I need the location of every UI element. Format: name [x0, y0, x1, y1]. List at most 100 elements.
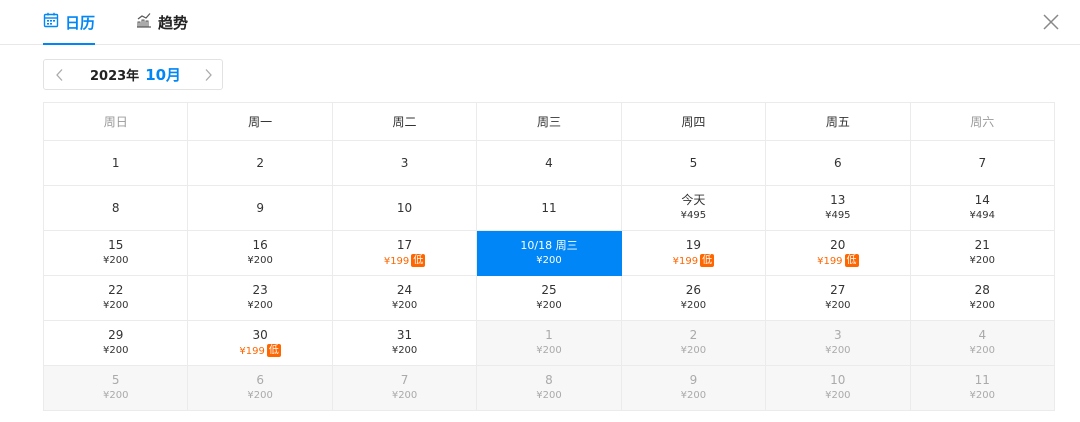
day-label: 5 — [111, 373, 120, 387]
price-line: ¥200 — [333, 299, 476, 313]
tab-trend[interactable]: 趋势 — [136, 0, 188, 44]
calendar-day-cell[interactable]: 6 ¥200 — [187, 365, 333, 411]
calendar-day-cell[interactable]: 10 — [331, 185, 478, 231]
price-line: ¥200 — [44, 254, 187, 268]
calendar-day-cell[interactable]: 21 ¥200 — [909, 230, 1056, 276]
calendar-day-cell[interactable]: 31 ¥200 — [331, 320, 478, 366]
calendar-day-cell[interactable]: 11 ¥200 — [909, 365, 1056, 411]
calendar-day-cell[interactable]: 8 ¥200 — [476, 365, 622, 411]
day-label: 3 — [834, 328, 842, 342]
calendar-day-cell[interactable]: 2 — [187, 140, 333, 186]
day-label: 27 — [830, 283, 846, 297]
tab-trend-label: 趋势 — [158, 13, 189, 32]
day-price: ¥200 — [536, 390, 562, 401]
calendar-day-cell[interactable]: 7 ¥200 — [331, 365, 478, 411]
close-button[interactable] — [1041, 12, 1061, 32]
day-price: ¥200 — [536, 300, 562, 311]
day-price: ¥200 — [247, 390, 273, 401]
price-line: ¥200 — [333, 389, 476, 403]
day-price: ¥495 — [680, 210, 707, 221]
price-line: ¥200 — [766, 299, 909, 313]
day-price: ¥199 — [239, 345, 265, 357]
weekday-header: 周日 — [42, 102, 189, 141]
day-label: 2 — [256, 155, 264, 170]
day-label: 10 — [830, 373, 846, 387]
calendar-day-cell[interactable]: 5 — [620, 140, 767, 186]
calendar-day-cell[interactable]: 19 ¥199 低 — [620, 230, 767, 276]
calendar-day-cell[interactable]: 14 ¥494 — [909, 185, 1056, 231]
day-price: ¥199 — [817, 255, 843, 267]
price-line: ¥200 — [622, 344, 765, 358]
low-price-badge: 低 — [844, 253, 859, 267]
calendar-body: 1 2 3 4 5 6 7 8 9 10 11 今天 ¥495 13 ¥495 14 ¥494 15 ¥200 16 ¥… — [42, 140, 1056, 411]
calendar-day-cell[interactable]: 13 ¥495 — [765, 185, 911, 231]
day-price: ¥200 — [536, 345, 562, 356]
day-label: 5 — [689, 155, 698, 170]
calendar-day-cell[interactable]: 5 ¥200 — [42, 365, 189, 411]
day-label: 16 — [252, 238, 268, 252]
price-line: ¥200 — [477, 344, 620, 358]
calendar-day-cell[interactable]: 3 ¥200 — [765, 320, 911, 366]
calendar-day-cell[interactable]: 24 ¥200 — [331, 275, 478, 321]
day-price: ¥200 — [680, 345, 707, 356]
calendar-day-cell[interactable]: 17 ¥199 低 — [331, 230, 478, 276]
calendar-day-cell[interactable]: 25 ¥200 — [476, 275, 622, 321]
low-price-badge: 低 — [700, 253, 715, 267]
calendar-day-cell[interactable]: 今天 ¥495 — [620, 185, 767, 231]
calendar-day-cell[interactable]: 4 ¥200 — [909, 320, 1056, 366]
day-price: ¥200 — [825, 345, 851, 356]
price-line: ¥200 — [44, 344, 187, 358]
calendar-day-cell[interactable]: 22 ¥200 — [42, 275, 189, 321]
weekday-header: 周五 — [765, 102, 911, 141]
calendar-week-row: 8 9 10 11 今天 ¥495 13 ¥495 14 ¥494 — [42, 185, 1056, 231]
price-line: ¥200 — [766, 389, 909, 403]
calendar-day-cell[interactable]: 26 ¥200 — [620, 275, 767, 321]
day-label: 11 — [974, 373, 990, 387]
calendar-day-cell[interactable]: 15 ¥200 — [42, 230, 189, 276]
calendar-day-cell[interactable]: 27 ¥200 — [765, 275, 911, 321]
day-label: 21 — [974, 238, 990, 252]
day-label: 23 — [252, 283, 268, 297]
calendar-day-cell[interactable]: 4 — [476, 140, 622, 186]
calendar-day-cell[interactable]: 29 ¥200 — [42, 320, 189, 366]
day-label: 7 — [400, 373, 409, 387]
calendar-day-cell[interactable]: 16 ¥200 — [187, 230, 333, 276]
calendar-day-cell[interactable]: 10 ¥200 — [765, 365, 911, 411]
tab-calendar[interactable]: 日历 — [43, 0, 96, 45]
day-label: 3 — [400, 155, 409, 170]
price-line: ¥199 低 — [622, 253, 765, 269]
calendar-day-cell[interactable]: 9 — [187, 185, 333, 231]
day-price: ¥200 — [102, 345, 129, 356]
prev-month-button[interactable] — [54, 67, 66, 86]
calendar-day-cell[interactable]: 9 ¥200 — [620, 365, 767, 411]
price-line: ¥495 — [622, 209, 765, 223]
calendar-day-cell-selected[interactable]: 10/18 周三 ¥200 — [476, 230, 622, 276]
calendar-day-cell[interactable]: 28 ¥200 — [909, 275, 1056, 321]
day-label: 7 — [978, 155, 987, 170]
day-price: ¥199 — [672, 255, 699, 267]
day-label: 31 — [396, 328, 413, 342]
calendar-day-cell[interactable]: 11 — [476, 185, 622, 231]
calendar-day-cell[interactable]: 1 ¥200 — [476, 320, 622, 366]
calendar-day-cell[interactable]: 23 ¥200 — [187, 275, 333, 321]
calendar-day-cell[interactable]: 20 ¥199 低 — [765, 230, 911, 276]
day-price: ¥200 — [247, 255, 273, 266]
price-line: ¥200 — [188, 389, 331, 403]
calendar-day-cell[interactable]: 30 ¥199 低 — [187, 320, 333, 366]
next-month-button[interactable] — [202, 67, 214, 86]
calendar-week-row: 15 ¥200 16 ¥200 17 ¥199 低 10/18 周三 ¥200 19 ¥199 低 20… — [42, 230, 1056, 276]
calendar-day-cell[interactable]: 6 — [765, 140, 911, 186]
day-price: ¥200 — [536, 255, 562, 266]
price-line: ¥200 — [622, 299, 765, 313]
day-label: 10/18 周三 — [520, 239, 578, 252]
calendar-day-cell[interactable]: 1 — [42, 140, 189, 186]
calendar-day-cell[interactable]: 3 — [331, 140, 478, 186]
calendar-week-row: 22 ¥200 23 ¥200 24 ¥200 25 ¥200 26 ¥200 27 ¥200 28 ¥2… — [42, 275, 1056, 321]
day-label: 15 — [108, 238, 124, 252]
price-line: ¥200 — [477, 299, 620, 313]
calendar-day-cell[interactable]: 8 — [42, 185, 189, 231]
day-price: ¥200 — [969, 300, 995, 311]
calendar-day-cell[interactable]: 2 ¥200 — [620, 320, 767, 366]
day-label: 26 — [685, 283, 702, 297]
calendar-day-cell[interactable]: 7 — [909, 140, 1056, 186]
